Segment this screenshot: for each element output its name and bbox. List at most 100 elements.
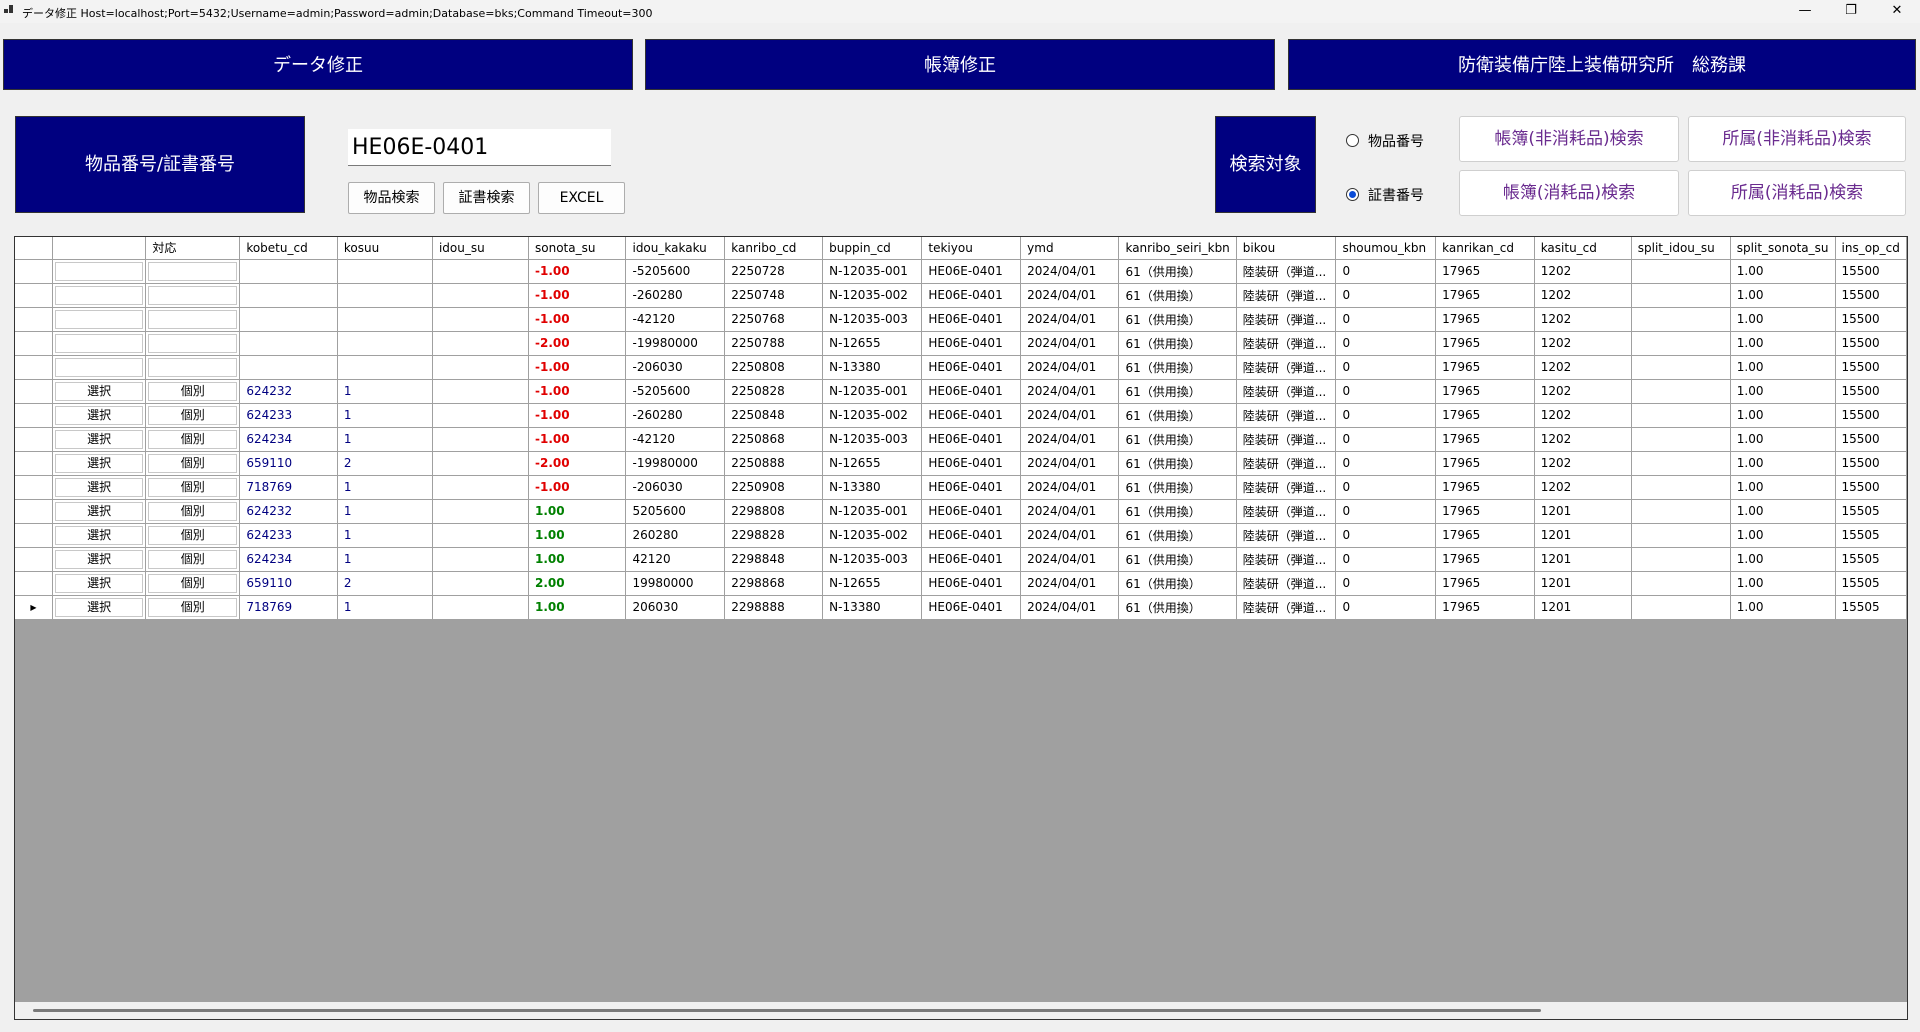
grid-cell-sonota_su[interactable]: -1.00 xyxy=(528,427,627,452)
grid-cell-shoumou_kbn[interactable]: 0 xyxy=(1335,451,1437,476)
grid-cell-kobetu_cd[interactable] xyxy=(239,283,338,308)
column-header-kanribo_cd[interactable]: kanribo_cd xyxy=(724,237,824,260)
grid-cell-bikou[interactable]: 陸装研（弾道... xyxy=(1236,403,1337,428)
grid-cell-idou_kakaku[interactable]: -206030 xyxy=(625,475,726,500)
grid-cell-ymd[interactable]: 2024/04/01 xyxy=(1020,427,1120,452)
grid-cell-kanribo_cd[interactable]: 2298848 xyxy=(724,547,824,572)
individual-button[interactable]: 個別 xyxy=(148,573,238,593)
grid-cell-idou_su[interactable] xyxy=(432,427,530,452)
grid-cell-buppin_cd[interactable]: N-12655 xyxy=(822,571,923,596)
grid-cell-kanrikan_cd[interactable]: 17965 xyxy=(1435,499,1535,524)
grid-cell-idou_kakaku[interactable]: -19980000 xyxy=(625,331,726,356)
individual-button[interactable]: 個別 xyxy=(148,405,238,425)
grid-cell-kobetu_cd[interactable] xyxy=(239,331,338,356)
grid-cell-kanribo_cd[interactable]: 2298888 xyxy=(724,595,824,620)
grid-cell-shoumou_kbn[interactable]: 0 xyxy=(1335,547,1437,572)
grid-cell-split_idou_su[interactable] xyxy=(1631,427,1731,452)
dept-consumable-search-button[interactable]: 所属(消耗品)検索 xyxy=(1688,170,1906,216)
table-row[interactable]: 選択 個別 659110 2 -2.00 -19980000 2250888 N-12655 H… xyxy=(15,451,1907,476)
nav-org-button[interactable]: 防衛装備庁陸上装備研究所 総務課 xyxy=(1288,39,1916,90)
grid-cell-split_sonota_su[interactable]: 1.00 xyxy=(1730,403,1836,428)
grid-cell-ins_op_cd[interactable]: 15500 xyxy=(1835,259,1907,284)
grid-cell-tekiyou[interactable]: HE06E-0401 xyxy=(921,355,1022,380)
grid-cell-idou_su[interactable] xyxy=(432,547,530,572)
close-button[interactable]: ✕ xyxy=(1874,0,1920,23)
horizontal-scrollbar[interactable] xyxy=(15,1002,1907,1019)
grid-cell-split_idou_su[interactable] xyxy=(1631,595,1731,620)
individual-button[interactable]: 個別 xyxy=(148,429,238,449)
grid-cell-kanribo_seiri_kbn[interactable]: 61（供用換） xyxy=(1118,571,1237,596)
grid-cell-idou_su[interactable] xyxy=(432,283,530,308)
grid-cell-kanribo_seiri_kbn[interactable]: 61（供用換） xyxy=(1118,523,1237,548)
table-row[interactable]: 選択 個別 718769 1 -1.00 -206030 2250908 N-13380 HE0… xyxy=(15,475,1907,500)
grid-cell-split_idou_su[interactable] xyxy=(1631,355,1731,380)
grid-cell-kanrikan_cd[interactable]: 17965 xyxy=(1435,475,1535,500)
grid-cell-kosuu[interactable] xyxy=(337,331,433,356)
grid-cell-ymd[interactable]: 2024/04/01 xyxy=(1020,523,1120,548)
grid-cell-kosuu[interactable]: 1 xyxy=(337,379,433,404)
nav-ledger-fix-button[interactable]: 帳簿修正 xyxy=(645,39,1275,90)
grid-cell-buppin_cd[interactable]: N-12035-003 xyxy=(822,307,923,332)
select-button[interactable]: 選択 xyxy=(54,477,144,497)
row-header[interactable] xyxy=(15,283,53,308)
column-header-sonota_su[interactable]: sonota_su xyxy=(528,237,627,260)
grid-cell-buppin_cd[interactable]: N-12035-001 xyxy=(822,259,923,284)
grid-cell-idou_kakaku[interactable]: -19980000 xyxy=(625,451,726,476)
grid-cell-bikou[interactable]: 陸装研（弾道... xyxy=(1236,283,1337,308)
item-search-button[interactable]: 物品検索 xyxy=(348,182,435,214)
grid-cell-kobetu_cd[interactable] xyxy=(239,355,338,380)
table-row[interactable]: -2.00 -19980000 2250788 N-12655 HE06E-0401 20… xyxy=(15,331,1907,356)
grid-cell-kobetu_cd[interactable] xyxy=(239,259,338,284)
grid-cell-tekiyou[interactable]: HE06E-0401 xyxy=(921,403,1022,428)
grid-cell-kanribo_cd[interactable]: 2250728 xyxy=(724,259,824,284)
grid-cell-bikou[interactable]: 陸装研（弾道... xyxy=(1236,523,1337,548)
grid-cell-bikou[interactable]: 陸装研（弾道... xyxy=(1236,499,1337,524)
restore-button[interactable]: ❐ xyxy=(1828,0,1874,23)
grid-cell-sonota_su[interactable]: -1.00 xyxy=(528,379,627,404)
grid-cell-kobetu_cd[interactable]: 659110 xyxy=(239,571,338,596)
grid-cell-kanrikan_cd[interactable]: 17965 xyxy=(1435,259,1535,284)
grid-cell-ins_op_cd[interactable]: 15505 xyxy=(1835,547,1907,572)
grid-cell-bikou[interactable]: 陸装研（弾道... xyxy=(1236,307,1337,332)
grid-cell-tekiyou[interactable]: HE06E-0401 xyxy=(921,259,1022,284)
grid-cell-kanrikan_cd[interactable]: 17965 xyxy=(1435,355,1535,380)
row-header[interactable] xyxy=(15,451,53,476)
grid-cell-kanribo_seiri_kbn[interactable]: 61（供用換） xyxy=(1118,499,1237,524)
grid-cell-split_sonota_su[interactable]: 1.00 xyxy=(1730,451,1836,476)
grid-cell-ins_op_cd[interactable]: 15500 xyxy=(1835,475,1907,500)
select-button[interactable] xyxy=(54,309,144,329)
excel-button[interactable]: EXCEL xyxy=(538,182,625,214)
column-header-tekiyou[interactable]: tekiyou xyxy=(921,237,1022,260)
grid-cell-sonota_su[interactable]: -1.00 xyxy=(528,403,627,428)
row-header[interactable] xyxy=(15,355,53,380)
grid-cell-ymd[interactable]: 2024/04/01 xyxy=(1020,331,1120,356)
grid-cell-shoumou_kbn[interactable]: 0 xyxy=(1335,571,1437,596)
select-button[interactable]: 選択 xyxy=(54,501,144,521)
grid-cell-split_idou_su[interactable] xyxy=(1631,403,1731,428)
column-header-kasitu_cd[interactable]: kasitu_cd xyxy=(1534,237,1632,260)
table-row[interactable]: 選択 個別 624233 1 1.00 260280 2298828 N-12035-002 H… xyxy=(15,523,1907,548)
grid-cell-sonota_su[interactable]: 1.00 xyxy=(528,499,627,524)
radio-item-number[interactable]: 物品番号 xyxy=(1346,131,1446,151)
grid-cell-kobetu_cd[interactable]: 718769 xyxy=(239,475,338,500)
grid-cell-ymd[interactable]: 2024/04/01 xyxy=(1020,259,1120,284)
grid-cell-kasitu_cd[interactable]: 1202 xyxy=(1534,475,1632,500)
grid-cell-idou_kakaku[interactable]: -42120 xyxy=(625,427,726,452)
grid-cell-idou_kakaku[interactable]: -260280 xyxy=(625,283,726,308)
table-row[interactable]: 選択 個別 659110 2 2.00 19980000 2298868 N-12655 HE0… xyxy=(15,571,1907,596)
grid-cell-shoumou_kbn[interactable]: 0 xyxy=(1335,259,1437,284)
grid-cell-split_sonota_su[interactable]: 1.00 xyxy=(1730,427,1836,452)
grid-cell-shoumou_kbn[interactable]: 0 xyxy=(1335,331,1437,356)
grid-cell-kosuu[interactable]: 1 xyxy=(337,547,433,572)
grid-cell-split_sonota_su[interactable]: 1.00 xyxy=(1730,379,1836,404)
grid-cell-shoumou_kbn[interactable]: 0 xyxy=(1335,595,1437,620)
grid-cell-idou_su[interactable] xyxy=(432,259,530,284)
grid-cell-sonota_su[interactable]: -1.00 xyxy=(528,355,627,380)
grid-cell-split_sonota_su[interactable]: 1.00 xyxy=(1730,547,1836,572)
grid-cell-idou_su[interactable] xyxy=(432,403,530,428)
grid-cell-sonota_su[interactable]: -1.00 xyxy=(528,283,627,308)
grid-cell-ymd[interactable]: 2024/04/01 xyxy=(1020,283,1120,308)
grid-cell-idou_su[interactable] xyxy=(432,331,530,356)
grid-cell-idou_kakaku[interactable]: 260280 xyxy=(625,523,726,548)
grid-cell-kasitu_cd[interactable]: 1202 xyxy=(1534,331,1632,356)
